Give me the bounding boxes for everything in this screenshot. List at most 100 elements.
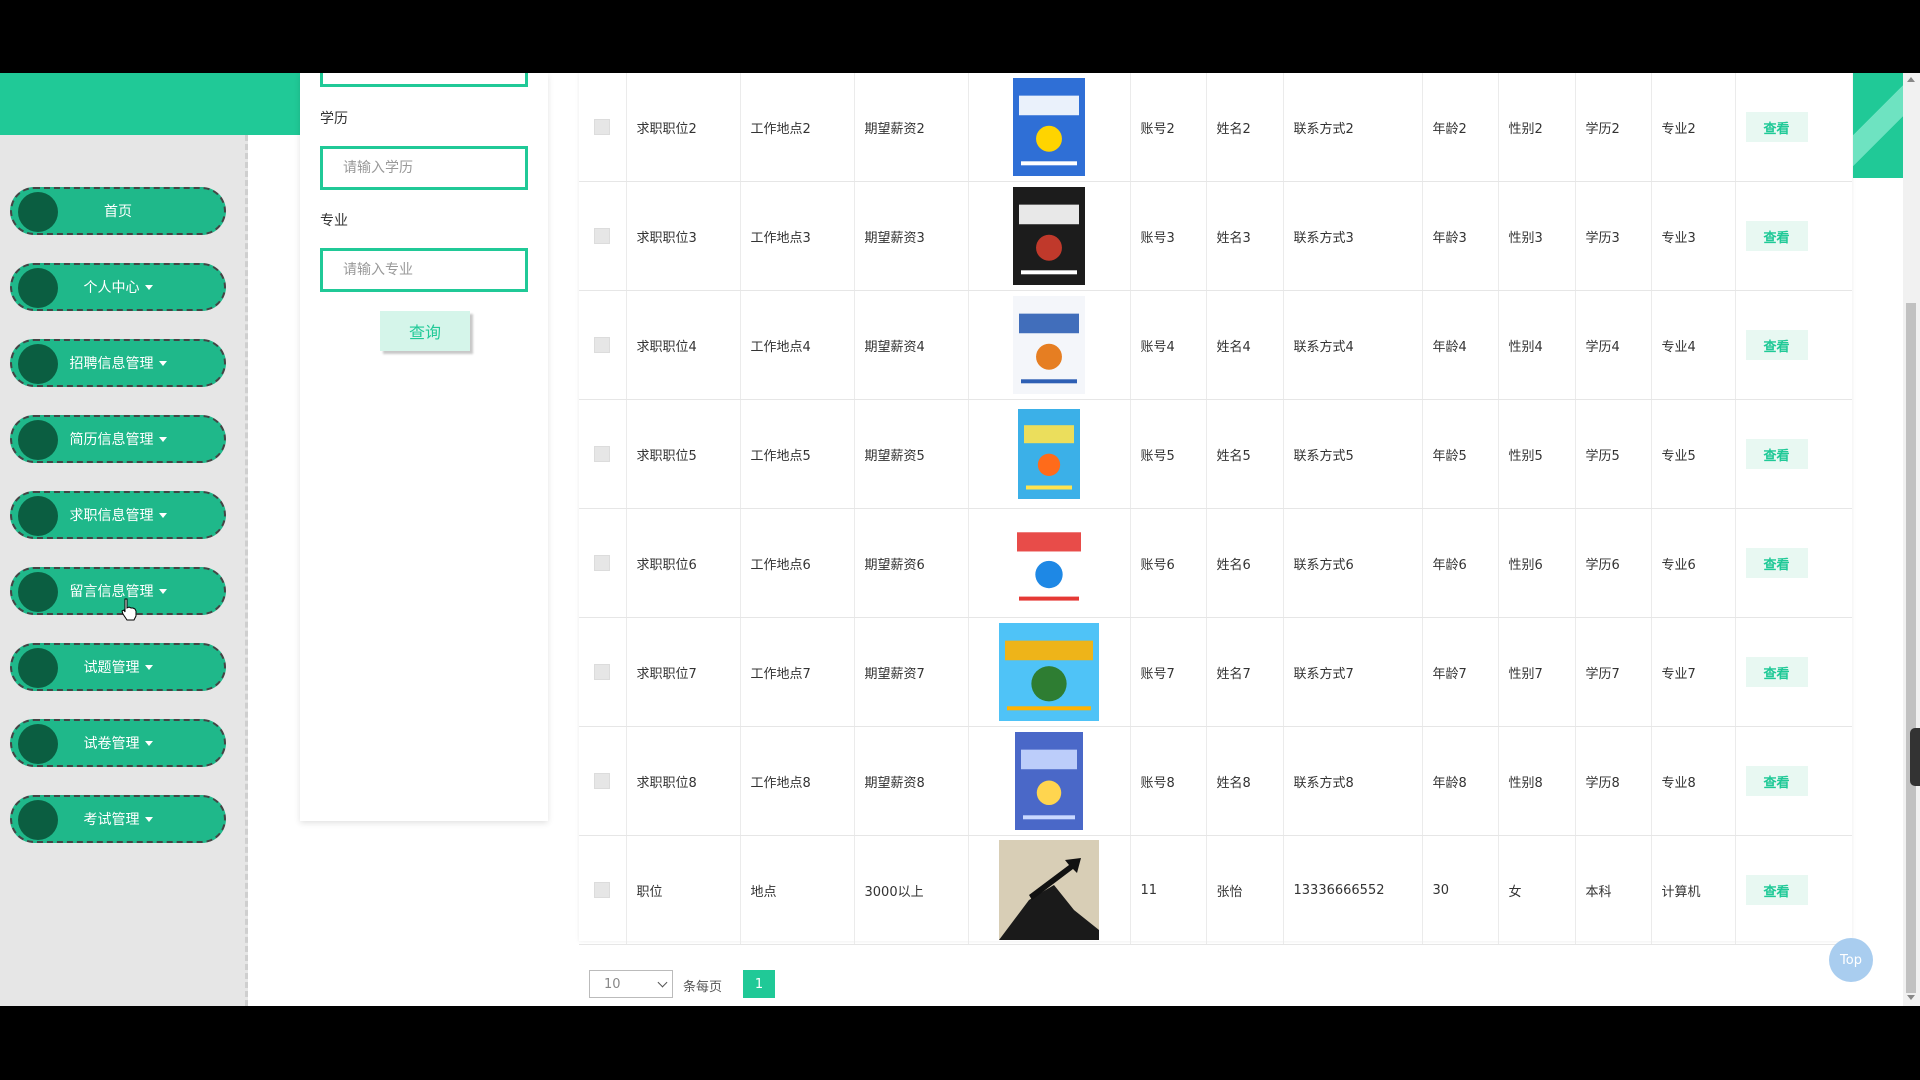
- row-checkbox-cell: [579, 399, 627, 509]
- page-button-current[interactable]: 1: [743, 970, 775, 998]
- education-input[interactable]: [320, 146, 528, 190]
- table-row: 职位 地点 3000以上 11 张怡 13336666552 30 女本科 计算机 查看: [579, 835, 1852, 945]
- view-button[interactable]: 查看: [1745, 221, 1808, 251]
- row-checkbox-cell: [579, 835, 627, 945]
- avatar-dot-icon: [18, 572, 58, 612]
- major-label: 专业: [320, 213, 348, 229]
- sidebar-item[interactable]: 试题管理: [10, 643, 226, 691]
- row-checkbox[interactable]: [594, 773, 611, 789]
- query-button[interactable]: 查询: [380, 311, 470, 351]
- sidebar-item[interactable]: 个人中心: [10, 263, 226, 311]
- row-checkbox[interactable]: [594, 664, 611, 680]
- cell-action: 查看: [1735, 290, 1852, 400]
- education-label: 学历: [320, 111, 348, 127]
- cell-education: 学历7: [1575, 617, 1652, 727]
- search-input-partial[interactable]: [320, 73, 528, 87]
- table-row: 求职职位2 工作地点2 期望薪资2 账号2 姓名2 联系方式2 年龄2 性别2 学历2 专业2 查看: [579, 73, 1852, 182]
- cell-image: [968, 835, 1131, 945]
- table-row: 求职职位5 工作地点5 期望薪资5 账号5 姓名5 联系方式5 年龄5 性别5 学历5 专业5 查看: [579, 399, 1852, 509]
- sidebar-item[interactable]: 试卷管理: [10, 719, 226, 767]
- cell-contact: 13336666552: [1283, 835, 1423, 945]
- cell-major: 专业4: [1651, 290, 1736, 400]
- cell-name: 姓名8: [1206, 726, 1284, 836]
- cell-gender: 性别7: [1498, 617, 1576, 727]
- sidebar-item[interactable]: 首页: [10, 187, 226, 235]
- cell-image: [968, 290, 1131, 400]
- caret-down-icon: [144, 816, 153, 822]
- cell-position: 求职职位5: [626, 399, 741, 509]
- cell-salary: 期望薪资5: [854, 399, 969, 509]
- cell-age: 年龄2: [1422, 73, 1499, 182]
- row-checkbox[interactable]: [594, 555, 611, 571]
- side-drawer-handle[interactable]: [1910, 728, 1920, 786]
- cell-account: 账号8: [1130, 726, 1207, 836]
- view-button[interactable]: 查看: [1745, 875, 1808, 905]
- scrollbar-thumb[interactable]: [1906, 303, 1916, 993]
- scroll-up-arrow-icon[interactable]: [1907, 77, 1915, 82]
- cell-account: 账号7: [1130, 617, 1207, 727]
- cell-image: [968, 508, 1131, 618]
- caret-down-icon: [158, 588, 167, 594]
- page-size-value: 10: [604, 976, 621, 992]
- page-size-select[interactable]: 10: [589, 970, 673, 998]
- cell-age: 年龄8: [1422, 726, 1499, 836]
- caret-down-icon: [158, 512, 167, 518]
- row-checkbox[interactable]: [594, 882, 611, 898]
- book-python-games-cover: [1013, 187, 1085, 285]
- sidebar-item[interactable]: 简历信息管理: [10, 415, 226, 463]
- cell-account: 账号4: [1130, 290, 1207, 400]
- view-button[interactable]: 查看: [1745, 112, 1808, 142]
- sidebar-item-label: 试卷管理: [83, 736, 140, 752]
- cell-position: 求职职位6: [626, 508, 741, 618]
- view-button[interactable]: 查看: [1745, 548, 1808, 578]
- cell-salary: 期望薪资3: [854, 181, 969, 291]
- cell-major: 计算机: [1651, 835, 1736, 945]
- sidebar-item-label: 简历信息管理: [69, 432, 154, 448]
- cell-education: 学历5: [1575, 399, 1652, 509]
- cell-position: 职位: [626, 835, 741, 945]
- view-button[interactable]: 查看: [1745, 766, 1808, 796]
- cell-account: 账号3: [1130, 181, 1207, 291]
- cell-location: 地点: [740, 835, 855, 945]
- cell-contact: 联系方式8: [1283, 726, 1423, 836]
- caret-down-icon: [144, 284, 153, 290]
- view-button[interactable]: 查看: [1745, 439, 1808, 469]
- scroll-down-arrow-icon[interactable]: [1907, 995, 1915, 1000]
- row-checkbox-cell: [579, 508, 627, 618]
- caret-down-icon: [144, 664, 153, 670]
- cell-major: 专业7: [1651, 617, 1736, 727]
- avatar-dot-icon: [18, 192, 58, 232]
- cell-name: 姓名4: [1206, 290, 1284, 400]
- row-checkbox[interactable]: [594, 228, 611, 244]
- row-checkbox[interactable]: [594, 337, 611, 353]
- table-row: 求职职位8 工作地点8 期望薪资8 账号8 姓名8 联系方式8 年龄8 性别8 学历8 专业8 查看: [579, 726, 1852, 836]
- cell-gender: 性别5: [1498, 399, 1576, 509]
- sidebar-item[interactable]: 求职信息管理: [10, 491, 226, 539]
- row-checkbox[interactable]: [594, 119, 611, 135]
- sidebar-item[interactable]: 考试管理: [10, 795, 226, 843]
- row-checkbox-cell: [579, 73, 627, 182]
- cell-salary: 期望薪资4: [854, 290, 969, 400]
- cell-contact: 联系方式2: [1283, 73, 1423, 182]
- table-row: 求职职位6 工作地点6 期望薪资6 账号6 姓名6 联系方式6 年龄6 性别6 学历6 专业6 查看: [579, 508, 1852, 618]
- book-scratch-cover: [999, 623, 1099, 721]
- cell-location: 工作地点2: [740, 73, 855, 182]
- cell-education: 本科: [1575, 835, 1652, 945]
- back-to-top-button[interactable]: Top: [1829, 938, 1873, 982]
- sidebar-item-label: 留言信息管理: [69, 584, 154, 600]
- view-button[interactable]: 查看: [1745, 330, 1808, 360]
- sidebar-item-label: 考试管理: [83, 812, 140, 828]
- cell-age: 年龄6: [1422, 508, 1499, 618]
- cell-action: 查看: [1735, 617, 1852, 727]
- book-python-programming-cover: [1013, 78, 1085, 176]
- sidebar-item[interactable]: 留言信息管理: [10, 567, 226, 615]
- sidebar-item[interactable]: 招聘信息管理: [10, 339, 226, 387]
- avatar-dot-icon: [18, 268, 58, 308]
- cell-age: 年龄7: [1422, 617, 1499, 727]
- view-button[interactable]: 查看: [1745, 657, 1808, 687]
- row-checkbox[interactable]: [594, 446, 611, 462]
- cell-image: [968, 181, 1131, 291]
- avatar-dot-icon: [18, 496, 58, 536]
- cell-gender: 性别4: [1498, 290, 1576, 400]
- major-input[interactable]: [320, 248, 528, 292]
